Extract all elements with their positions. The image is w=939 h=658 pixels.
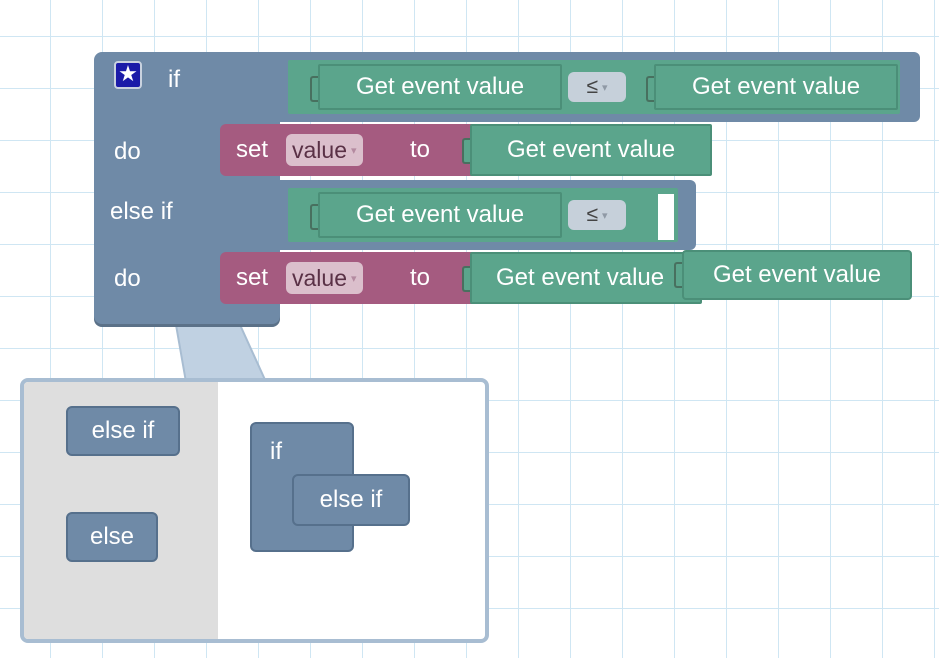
condition-2-left[interactable]: Get event value xyxy=(318,192,562,238)
to-label-1: to xyxy=(410,136,431,163)
else-if-label: else if xyxy=(110,198,173,225)
input-tab-1 xyxy=(310,76,318,102)
editor-if-label: if xyxy=(270,438,282,465)
variable-dropdown-1[interactable]: value ▾ xyxy=(286,134,363,166)
do-label-1: do xyxy=(114,138,141,165)
statement-1-value[interactable]: Get event value xyxy=(470,124,712,176)
input-tab-6 xyxy=(674,262,682,288)
input-tab-3 xyxy=(462,138,470,164)
input-tab-2 xyxy=(646,76,654,102)
condition-1-operator[interactable]: ≤ ▾ xyxy=(568,72,626,102)
flyout-else-if-block[interactable]: else if xyxy=(66,406,180,456)
mutator-bubble[interactable]: else if else if else if xyxy=(20,378,489,643)
editor-else-if-block[interactable]: else if xyxy=(292,474,410,526)
variable-dropdown-2[interactable]: value ▾ xyxy=(286,262,363,294)
mutator-star-gear-icon[interactable]: ★ xyxy=(114,61,142,89)
set-label-2: set xyxy=(236,264,269,291)
statement-2-value[interactable]: Get event value xyxy=(470,252,702,304)
to-label-2: to xyxy=(410,264,431,291)
condition-1-right[interactable]: Get event value xyxy=(654,64,898,110)
flyout-else-block[interactable]: else xyxy=(66,512,158,562)
condition-2-right-empty-slot[interactable] xyxy=(658,194,674,240)
set-label-1: set xyxy=(236,136,269,163)
condition-2-operator[interactable]: ≤ ▾ xyxy=(568,200,626,230)
input-tab-4 xyxy=(310,204,318,230)
do-label-2: do xyxy=(114,265,141,292)
condition-1-left[interactable]: Get event value xyxy=(318,64,562,110)
loose-get-event-value-block[interactable]: Get event value xyxy=(682,250,912,300)
input-tab-5 xyxy=(462,266,470,292)
if-label: if xyxy=(168,66,180,93)
